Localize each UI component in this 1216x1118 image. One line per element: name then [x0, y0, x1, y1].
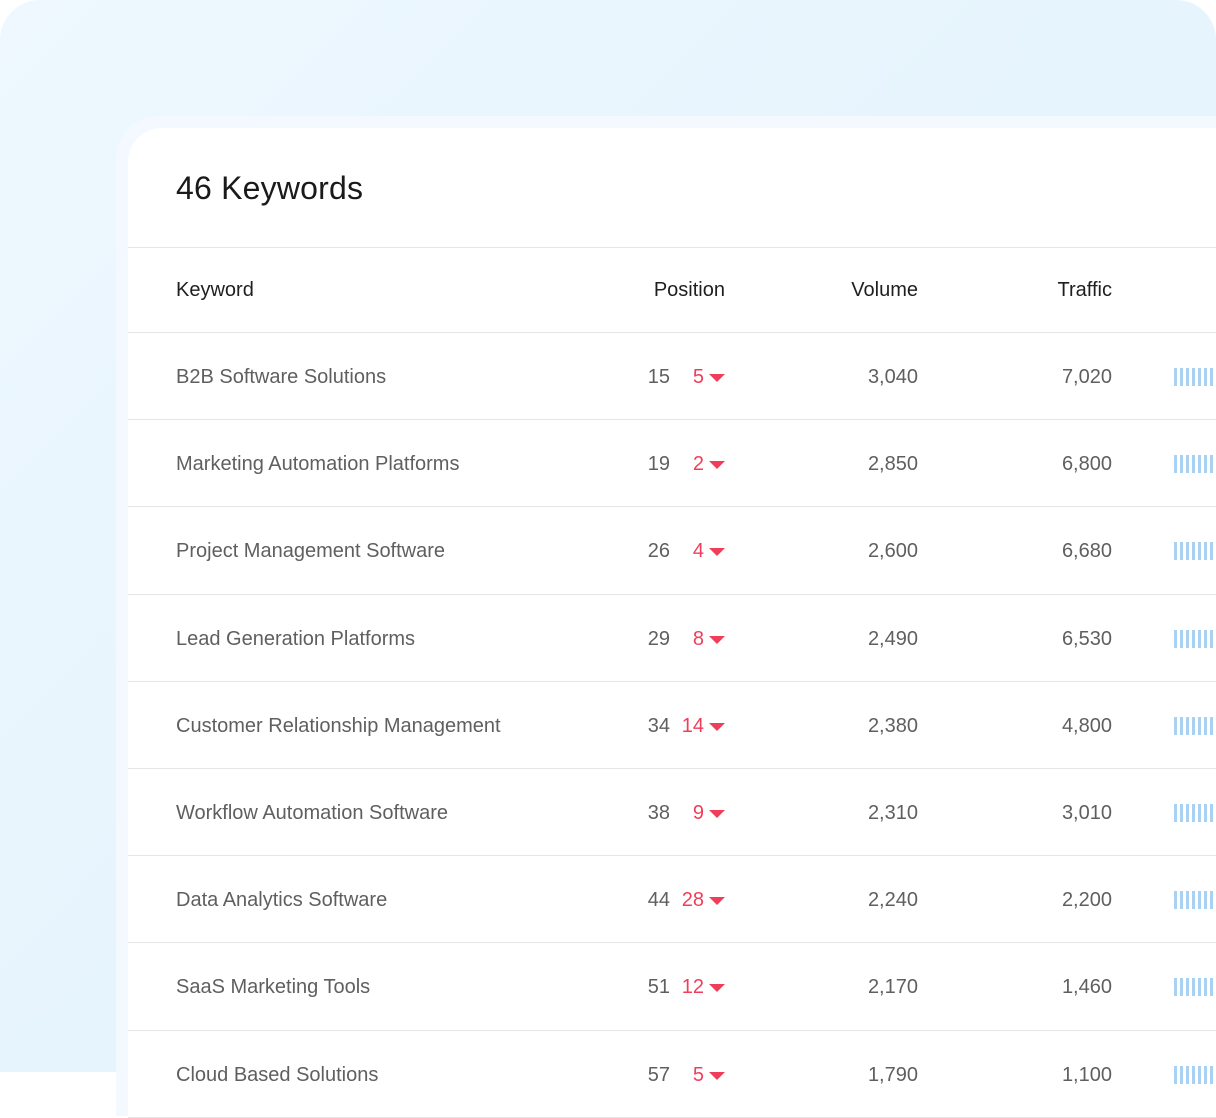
- keywords-panel: 46 Keywords Keyword Position Volume Traf…: [128, 128, 1216, 1118]
- position-cell: 51: [647, 976, 670, 999]
- table-row[interactable]: Data Analytics Software 44 28 2,240 2,20…: [128, 856, 1216, 944]
- volume-cell: 2,240: [867, 889, 918, 912]
- trend-bars-icon: [1174, 1065, 1213, 1084]
- position-change-value: 14: [681, 714, 704, 737]
- position-cell: 15: [647, 366, 670, 388]
- trend-bars-icon: [1174, 716, 1213, 735]
- caret-down-icon: [709, 984, 725, 993]
- caret-down-icon: [709, 897, 725, 906]
- table-row[interactable]: Lead Generation Platforms 29 8 2,490 6,5…: [128, 595, 1216, 682]
- column-header-position[interactable]: Position: [654, 278, 725, 302]
- keyword-cell[interactable]: Customer Relationship Management: [176, 714, 501, 738]
- position-change-value: 12: [681, 976, 704, 999]
- volume-cell: 2,170: [867, 976, 918, 999]
- trend-bars-icon: [1174, 455, 1213, 474]
- position-change-value: 5: [692, 1063, 704, 1086]
- traffic-cell: 2,200: [1061, 889, 1112, 912]
- column-header-volume[interactable]: Volume: [851, 278, 918, 302]
- traffic-cell: 6,530: [1061, 627, 1112, 650]
- traffic-cell: 7,020: [1061, 366, 1112, 388]
- position-cell: 29: [647, 627, 670, 650]
- position-change-value: 2: [692, 453, 704, 476]
- position-change-value: 28: [681, 889, 704, 912]
- position-change: 28: [682, 888, 725, 912]
- trend-bars-icon: [1174, 978, 1213, 997]
- position-cell: 26: [647, 540, 670, 563]
- position-change-value: 8: [692, 627, 704, 650]
- keyword-cell[interactable]: B2B Software Solutions: [176, 365, 386, 389]
- column-header-traffic[interactable]: Traffic: [1058, 278, 1112, 302]
- caret-down-icon: [709, 548, 725, 557]
- keyword-cell[interactable]: SaaS Marketing Tools: [176, 975, 370, 999]
- keyword-cell[interactable]: Data Analytics Software: [176, 888, 387, 912]
- panel-title: 46 Keywords: [176, 170, 364, 206]
- keyword-cell[interactable]: Cloud Based Solutions: [176, 1063, 378, 1087]
- table-row[interactable]: Project Management Software 26 4 2,600 6…: [128, 507, 1216, 595]
- trend-bars-icon: [1174, 891, 1213, 910]
- keyword-cell[interactable]: Workflow Automation Software: [176, 801, 448, 825]
- position-change-value: 5: [692, 366, 704, 388]
- caret-down-icon: [709, 722, 725, 731]
- table-row[interactable]: Marketing Automation Platforms 19 2 2,85…: [128, 420, 1216, 508]
- caret-down-icon: [709, 374, 725, 382]
- table-row[interactable]: Workflow Automation Software 38 9 2,310 …: [128, 769, 1216, 857]
- position-change: 9: [693, 801, 725, 825]
- trend-bars-icon: [1174, 542, 1213, 561]
- position-change: 2: [693, 452, 725, 476]
- traffic-cell: 3,010: [1061, 801, 1112, 824]
- table-row[interactable]: Customer Relationship Management 34 14 2…: [128, 682, 1216, 769]
- table-row[interactable]: SaaS Marketing Tools 51 12 2,170 1,460: [128, 943, 1216, 1031]
- volume-cell: 2,310: [867, 801, 918, 824]
- volume-cell: 1,790: [867, 1063, 918, 1086]
- trend-bars-icon: [1174, 803, 1213, 822]
- table-header: Keyword Position Volume Traffic: [128, 247, 1216, 333]
- position-change-value: 9: [692, 801, 704, 824]
- position-cell: 38: [647, 801, 670, 824]
- caret-down-icon: [709, 461, 725, 470]
- keyword-cell[interactable]: Project Management Software: [176, 539, 445, 563]
- position-change: 5: [693, 1063, 725, 1087]
- volume-cell: 2,380: [867, 714, 918, 737]
- traffic-cell: 6,680: [1061, 540, 1112, 563]
- volume-cell: 2,490: [867, 627, 918, 650]
- trend-bars-icon: [1174, 629, 1213, 648]
- traffic-cell: 1,100: [1061, 1063, 1112, 1086]
- volume-cell: 2,850: [867, 453, 918, 476]
- traffic-cell: 6,800: [1061, 453, 1112, 476]
- position-cell: 19: [647, 453, 670, 476]
- traffic-cell: 1,460: [1061, 976, 1112, 999]
- position-change: 4: [693, 539, 725, 563]
- position-cell: 57: [647, 1063, 670, 1086]
- position-change: 12: [682, 975, 725, 999]
- traffic-cell: 4,800: [1061, 714, 1112, 737]
- position-change-value: 4: [692, 540, 704, 563]
- position-cell: 44: [647, 889, 670, 912]
- position-change: 8: [693, 627, 725, 651]
- table-body: B2B Software Solutions 15 5 3,040 7,020 …: [128, 333, 1216, 1118]
- position-cell: 34: [647, 714, 670, 737]
- position-change: 5: [693, 365, 725, 389]
- caret-down-icon: [709, 635, 725, 644]
- table-row[interactable]: B2B Software Solutions 15 5 3,040 7,020: [128, 333, 1216, 421]
- keyword-cell[interactable]: Marketing Automation Platforms: [176, 452, 459, 476]
- trend-bars-icon: [1174, 368, 1213, 386]
- keyword-cell[interactable]: Lead Generation Platforms: [176, 627, 415, 651]
- volume-cell: 2,600: [867, 540, 918, 563]
- position-change: 14: [682, 714, 725, 738]
- caret-down-icon: [709, 809, 725, 818]
- column-header-keyword[interactable]: Keyword: [176, 278, 254, 302]
- caret-down-icon: [709, 1071, 725, 1080]
- volume-cell: 3,040: [867, 366, 918, 388]
- table-row[interactable]: Cloud Based Solutions 57 5 1,790 1,100: [128, 1031, 1216, 1118]
